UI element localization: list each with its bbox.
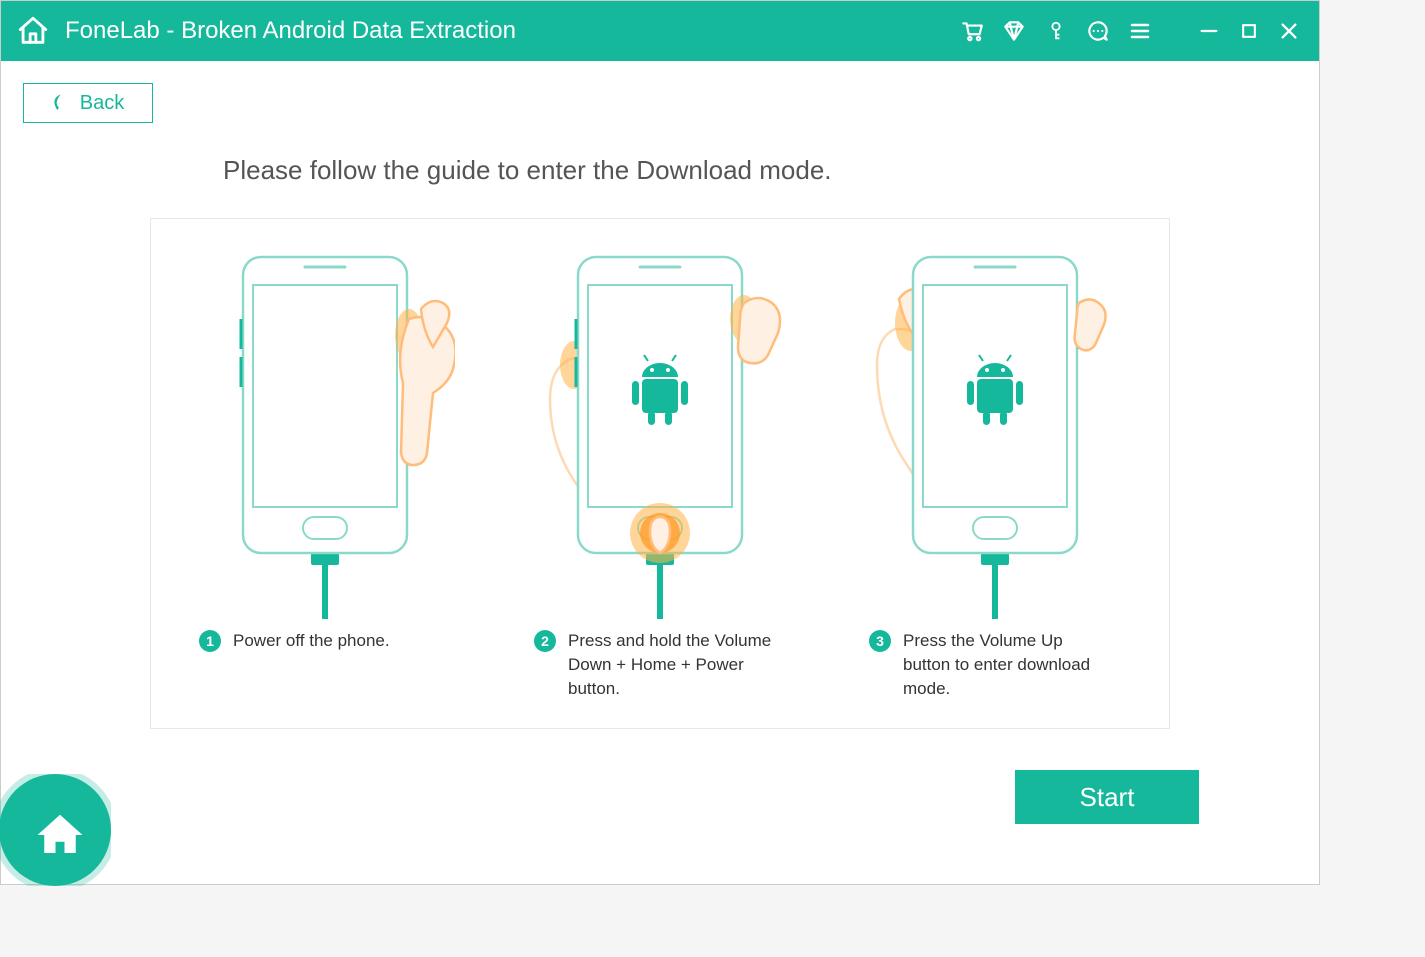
start-label: Start <box>1080 782 1135 812</box>
step-2: 2 Press and hold the Volume Down + Home … <box>510 249 810 700</box>
step-3-illustration <box>865 249 1125 619</box>
step-1-number: 1 <box>199 630 221 652</box>
step-2-text: Press and hold the Volume Down + Home + … <box>568 629 778 700</box>
content-area: Back Please follow the guide to enter th… <box>1 61 1319 884</box>
back-button[interactable]: Back <box>23 83 153 123</box>
home-fab-button[interactable] <box>0 774 111 886</box>
diamond-icon[interactable] <box>1001 18 1027 44</box>
feedback-icon[interactable] <box>1085 18 1111 44</box>
home-icon <box>15 13 51 49</box>
titlebar-icons <box>959 18 1301 44</box>
step-3: 3 Press the Volume Up button to enter do… <box>845 249 1145 700</box>
step-3-text: Press the Volume Up button to enter down… <box>903 629 1113 700</box>
key-icon[interactable] <box>1043 18 1069 44</box>
menu-icon[interactable] <box>1127 18 1153 44</box>
step-2-illustration <box>530 249 790 619</box>
step-2-caption: 2 Press and hold the Volume Down + Home … <box>510 629 810 700</box>
step-3-caption: 3 Press the Volume Up button to enter do… <box>845 629 1145 700</box>
back-label: Back <box>80 92 124 115</box>
cart-icon[interactable] <box>959 18 985 44</box>
step-1-caption: 1 Power off the phone. <box>175 629 475 653</box>
app-window: FoneLab - Broken Android Data Extraction <box>0 0 1320 885</box>
start-button[interactable]: Start <box>1015 770 1199 824</box>
step-2-number: 2 <box>534 630 556 652</box>
guide-box: 1 Power off the phone. <box>150 218 1170 729</box>
step-3-number: 3 <box>869 630 891 652</box>
step-1: 1 Power off the phone. <box>175 249 475 700</box>
app-title: FoneLab - Broken Android Data Extraction <box>65 17 959 45</box>
step-1-illustration <box>195 249 455 619</box>
minimize-icon[interactable] <box>1197 18 1221 44</box>
page-heading: Please follow the guide to enter the Dow… <box>223 155 1297 186</box>
close-icon[interactable] <box>1277 18 1301 44</box>
home-fab-icon <box>33 808 87 862</box>
back-arrow-icon <box>52 92 66 114</box>
step-1-text: Power off the phone. <box>233 629 390 653</box>
title-bar: FoneLab - Broken Android Data Extraction <box>1 1 1319 61</box>
maximize-icon[interactable] <box>1237 18 1261 44</box>
